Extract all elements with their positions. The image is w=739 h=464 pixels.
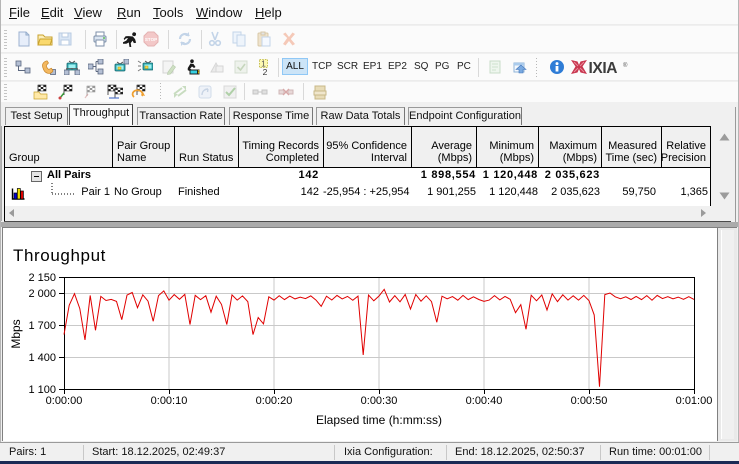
svg-text:2: 2 [263, 67, 268, 75]
svg-text:STOP: STOP [145, 37, 157, 42]
svg-text:®: ® [623, 62, 628, 69]
svg-text:IXIA: IXIA [589, 60, 618, 76]
